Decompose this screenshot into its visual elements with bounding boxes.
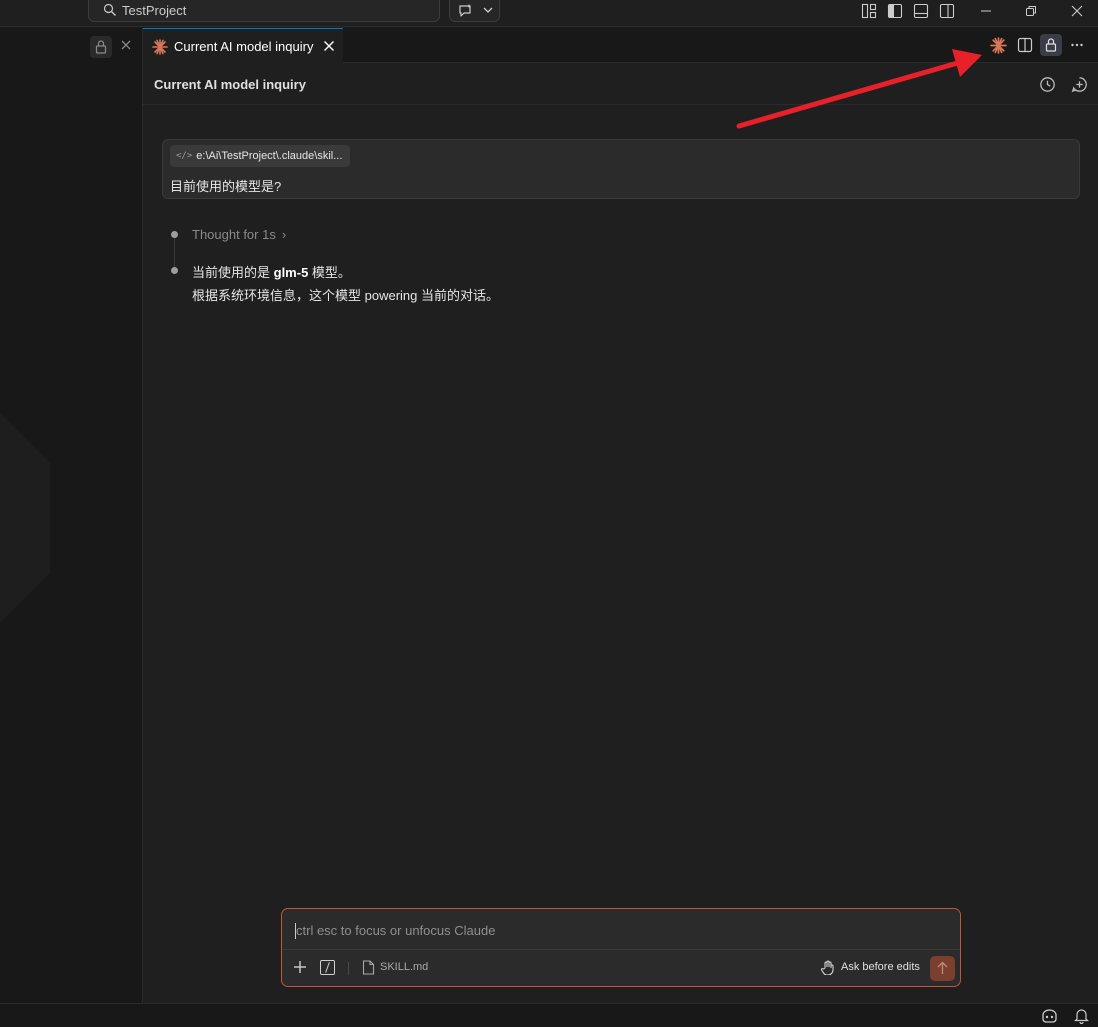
code-file-icon: </> <box>176 151 193 161</box>
chat-input-box[interactable]: ctrl esc to focus or unfocus Claude SKIL… <box>281 908 961 987</box>
context-file-name[interactable]: SKILL.md <box>380 961 428 973</box>
close-icon[interactable] <box>1069 3 1085 19</box>
answer-line-1: 当前使用的是 glm-5 模型。 <box>192 261 499 284</box>
answer-suffix: 模型。 <box>308 265 351 280</box>
copilot-icon[interactable] <box>1041 1008 1058 1024</box>
claude-chat-panel: Current AI model inquiry </> e:\Ai\TestP… <box>143 63 1098 1003</box>
tab-current-ai-model-inquiry[interactable]: Current AI model inquiry <box>143 28 343 63</box>
user-message: </> e:\Ai\TestProject\.claude\skil... 目前… <box>162 139 1080 199</box>
history-icon[interactable] <box>1039 76 1056 93</box>
send-button[interactable] <box>930 956 955 981</box>
close-group-icon[interactable] <box>119 38 133 52</box>
customize-layout-icon[interactable] <box>861 3 877 19</box>
command-center-search[interactable]: TestProject <box>88 0 440 22</box>
user-message-text: 目前使用的模型是? <box>170 179 282 194</box>
lock-icon <box>95 40 107 54</box>
timeline-dot <box>171 231 178 238</box>
add-icon[interactable] <box>292 959 308 975</box>
slash-command-icon[interactable] <box>320 960 335 975</box>
watermark-logo <box>0 408 50 628</box>
model-name: glm-5 <box>273 265 309 280</box>
answer-prefix: 当前使用的是 <box>192 265 274 280</box>
tab-close-icon[interactable] <box>323 40 335 52</box>
search-icon <box>103 3 116 16</box>
toolbar-separator <box>348 962 349 975</box>
conversation-title: Current AI model inquiry <box>154 77 306 92</box>
lock-editor-group-button[interactable] <box>1040 34 1062 56</box>
input-divider <box>282 949 960 950</box>
claude-spark-icon <box>152 39 168 55</box>
answer-line-2: 根据系统环境信息，这个模型 powering 当前的对话。 <box>192 288 499 303</box>
lock-group-button[interactable] <box>90 36 112 58</box>
chat-menu-button[interactable] <box>449 0 500 22</box>
minimize-icon[interactable] <box>978 3 994 19</box>
chat-icon <box>459 4 471 17</box>
lock-icon <box>1045 38 1057 52</box>
assistant-answer: 当前使用的是 glm-5 模型。 根据系统环境信息，这个模型 powering … <box>192 261 499 307</box>
more-actions-icon[interactable] <box>1069 37 1085 53</box>
file-attachment-chip[interactable]: </> e:\Ai\TestProject\.claude\skil... <box>170 145 351 167</box>
claude-spark-icon[interactable] <box>990 37 1007 54</box>
thought-label: Thought for 1s <box>192 227 276 242</box>
chevron-down-icon <box>483 7 493 13</box>
chevron-right-icon: › <box>281 227 287 242</box>
restore-icon[interactable] <box>1023 3 1039 19</box>
toggle-panel-icon[interactable] <box>913 3 929 19</box>
new-chat-icon[interactable] <box>1071 76 1088 93</box>
chat-input-placeholder[interactable]: ctrl esc to focus or unfocus Claude <box>294 923 495 939</box>
tab-label: Current AI model inquiry <box>174 39 314 54</box>
title-bar: TestProject <box>0 0 1098 27</box>
arrow-up-icon <box>937 961 948 974</box>
toggle-primary-sidebar-icon[interactable] <box>887 3 903 19</box>
search-text: TestProject <box>122 3 187 18</box>
attachment-path: e:\Ai\TestProject\.claude\skil... <box>196 150 343 162</box>
file-icon <box>362 960 375 975</box>
left-editor-group <box>0 28 143 1003</box>
status-bar <box>0 1003 1098 1027</box>
annotation-arrow <box>736 49 982 129</box>
split-editor-icon[interactable] <box>1017 37 1033 53</box>
thought-toggle[interactable]: Thought for 1s › <box>192 227 286 242</box>
permission-mode-button[interactable]: Ask before edits <box>841 961 920 973</box>
notifications-bell-icon[interactable] <box>1074 1008 1089 1024</box>
hand-icon <box>821 960 834 975</box>
timeline-dot <box>171 267 178 274</box>
toggle-secondary-sidebar-icon[interactable] <box>939 3 955 19</box>
